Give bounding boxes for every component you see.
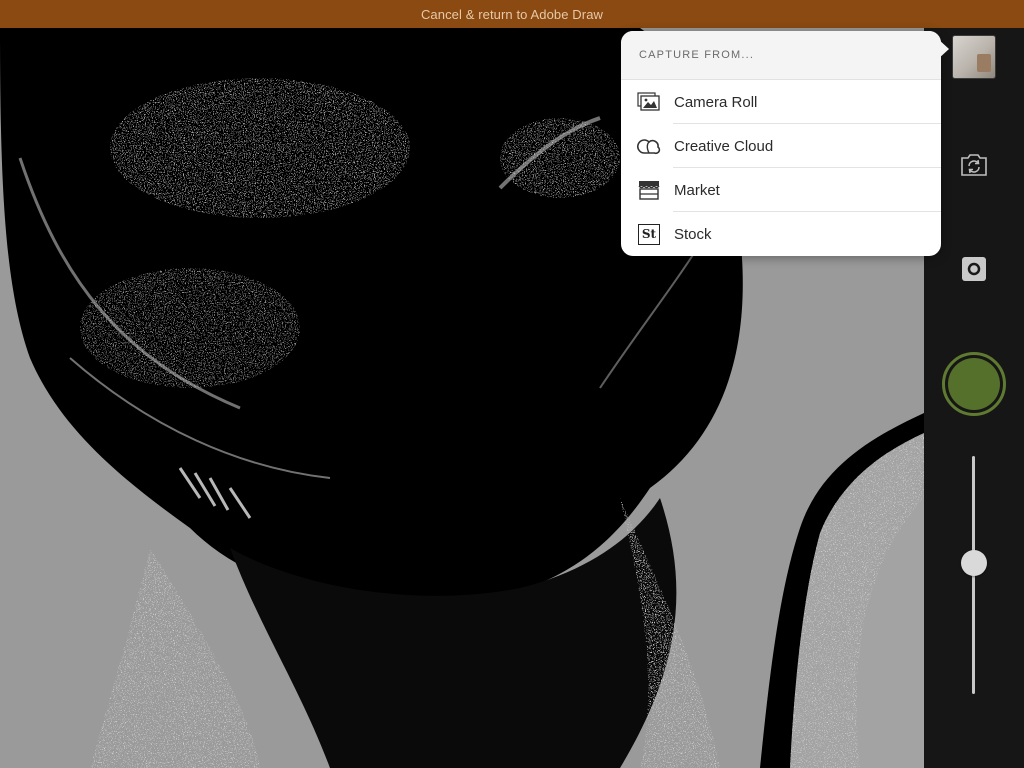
menu-item-market[interactable]: Market <box>621 168 941 212</box>
capture-from-popover: CAPTURE FROM... Camera Roll Creative Clo… <box>621 31 941 256</box>
shutter-button[interactable] <box>942 352 1006 416</box>
market-icon <box>637 179 661 201</box>
menu-item-label: Stock <box>674 225 712 243</box>
popover-header: CAPTURE FROM... <box>621 31 941 80</box>
exposure-slider-knob[interactable] <box>961 550 987 576</box>
menu-item-label: Creative Cloud <box>674 137 774 155</box>
camera-roll-icon <box>637 91 661 113</box>
stock-icon-text: St <box>638 223 660 245</box>
menu-item-label: Market <box>674 181 720 199</box>
flip-camera-icon[interactable] <box>958 151 990 179</box>
popover-arrow <box>937 38 949 60</box>
square-mode-icon[interactable] <box>961 256 987 282</box>
menu-item-camera-roll[interactable]: Camera Roll <box>621 80 941 124</box>
recent-capture-thumbnail[interactable] <box>952 35 996 79</box>
menu-item-label: Camera Roll <box>674 93 758 111</box>
stock-icon: St <box>637 223 661 245</box>
cancel-return-banner[interactable]: Cancel & return to Adobe Draw <box>0 0 1024 28</box>
menu-item-stock[interactable]: St Stock <box>621 212 941 256</box>
creative-cloud-icon <box>637 135 661 157</box>
menu-item-creative-cloud[interactable]: Creative Cloud <box>621 124 941 168</box>
